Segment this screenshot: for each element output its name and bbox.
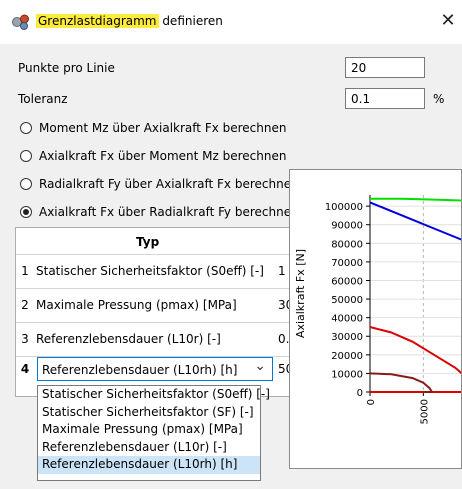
y-axis-label: Axialkraft Fx [N] — [294, 249, 307, 338]
series-line — [369, 201, 461, 241]
gear-cluster-icon — [12, 14, 29, 30]
y-tick-label: 10000 — [331, 369, 363, 380]
radio-label: Axialkraft Fx über Moment Mz berechnen — [39, 149, 287, 163]
series-line — [369, 372, 434, 393]
close-button[interactable]: ✕ — [437, 9, 459, 33]
radio-indicator-checked[interactable] — [20, 206, 32, 218]
window-title-highlight: Grenzlastdiagramm — [36, 14, 159, 28]
cell-value[interactable]: 0. — [278, 332, 289, 346]
tolerance-input[interactable]: 0.1 — [345, 88, 425, 109]
table-row[interactable]: 1 Statischer Sicherheitsfaktor (S0eff) [… — [16, 254, 294, 289]
y-tick-label: 40000 — [331, 314, 363, 325]
x-tick-label: 5000 — [419, 399, 430, 424]
series-line — [370, 197, 461, 202]
window-title-rest: definieren — [158, 14, 223, 28]
type-combobox[interactable]: Referenzlebensdauer (L10rh) [h] ⌄ — [37, 357, 273, 381]
table-row-active[interactable]: 4 Referenzlebensdauer (L10rh) [h] ⌄ 50 — [16, 356, 294, 384]
criteria-table: Typ 1 Statischer Sicherheitsfaktor (S0ef… — [15, 227, 295, 397]
dropdown-option[interactable]: Statischer Sicherheitsfaktor (S0eff) [-] — [38, 386, 270, 404]
y-tick-label: 60000 — [331, 276, 363, 287]
tolerance-unit: % — [433, 92, 445, 106]
cell-value[interactable]: 1 — [278, 264, 286, 278]
tolerance-label: Toleranz — [18, 92, 68, 106]
dropdown-option[interactable]: Maximale Pressung (pmax) [MPa] — [38, 421, 260, 439]
row-number: 1 — [21, 264, 29, 278]
window-title: Grenzlastdiagramm definieren — [36, 14, 223, 28]
cell-type[interactable]: Referenzlebensdauer (L10r) [-] — [36, 332, 221, 346]
y-tick-label: 30000 — [331, 332, 363, 343]
row-number: 4 — [20, 362, 30, 376]
radio-fx-over-fy[interactable]: Axialkraft Fx über Radialkraft Fy berech… — [20, 202, 299, 222]
y-tick-label: 50000 — [331, 295, 363, 306]
row-number: 3 — [21, 332, 29, 346]
radio-label: Radialkraft Fy über Axialkraft Fx berech… — [39, 177, 299, 191]
radio-mz-over-fx[interactable]: Moment Mz über Axialkraft Fx berechnen — [20, 118, 286, 138]
radio-fy-over-fx[interactable]: Radialkraft Fy über Axialkraft Fx berech… — [20, 174, 299, 194]
combobox-value: Referenzlebensdauer (L10rh) [h] — [42, 363, 238, 377]
cell-type[interactable]: Maximale Pressung (pmax) [MPa] — [36, 298, 237, 312]
points-per-line-label: Punkte pro Linie — [18, 61, 115, 75]
dropdown-option[interactable]: Referenzlebensdauer (L10r) [-] — [38, 439, 260, 457]
series-line — [369, 326, 461, 393]
y-tick-label: 20000 — [331, 351, 363, 362]
y-tick-label: 80000 — [331, 239, 363, 250]
y-tick-label: 100000 — [325, 202, 363, 213]
dropdown-option-selected[interactable]: Referenzlebensdauer (L10rh) [h] — [38, 456, 260, 474]
close-icon: ✕ — [440, 10, 456, 31]
column-header-type: Typ — [136, 235, 160, 249]
x-tick-label: 0 — [366, 399, 377, 405]
table-row[interactable]: 3 Referenzlebensdauer (L10r) [-] 0. — [16, 322, 294, 357]
table-header: Typ — [16, 228, 294, 255]
y-tick-label: 90000 — [331, 221, 363, 232]
limit-load-chart: 0 10000 20000 30000 40000 50000 60000 70000 8000… — [289, 169, 462, 469]
radio-indicator[interactable] — [20, 150, 32, 162]
row-number: 2 — [21, 298, 29, 312]
table-row[interactable]: 2 Maximale Pressung (pmax) [MPa] 30 — [16, 288, 294, 323]
cell-type[interactable]: Statischer Sicherheitsfaktor (S0eff) [-] — [36, 264, 264, 278]
chevron-down-icon[interactable]: ⌄ — [254, 358, 266, 374]
y-tick-label: 70000 — [331, 258, 363, 269]
dropdown-option[interactable]: Statischer Sicherheitsfaktor (SF) [-] — [38, 404, 260, 422]
radio-label: Moment Mz über Axialkraft Fx berechnen — [39, 121, 287, 135]
radio-fx-over-mz[interactable]: Axialkraft Fx über Moment Mz berechnen — [20, 146, 286, 166]
radio-indicator[interactable] — [20, 178, 32, 190]
type-dropdown-list[interactable]: Statischer Sicherheitsfaktor (S0eff) [-]… — [37, 385, 270, 481]
radio-label: Axialkraft Fx über Radialkraft Fy berech… — [39, 205, 299, 219]
y-tick-label: 0 — [357, 388, 363, 399]
chart-svg: 0100002000030000400005000060000700008000… — [294, 195, 461, 424]
radio-indicator[interactable] — [20, 122, 32, 134]
points-per-line-input[interactable]: 20 — [345, 57, 425, 78]
